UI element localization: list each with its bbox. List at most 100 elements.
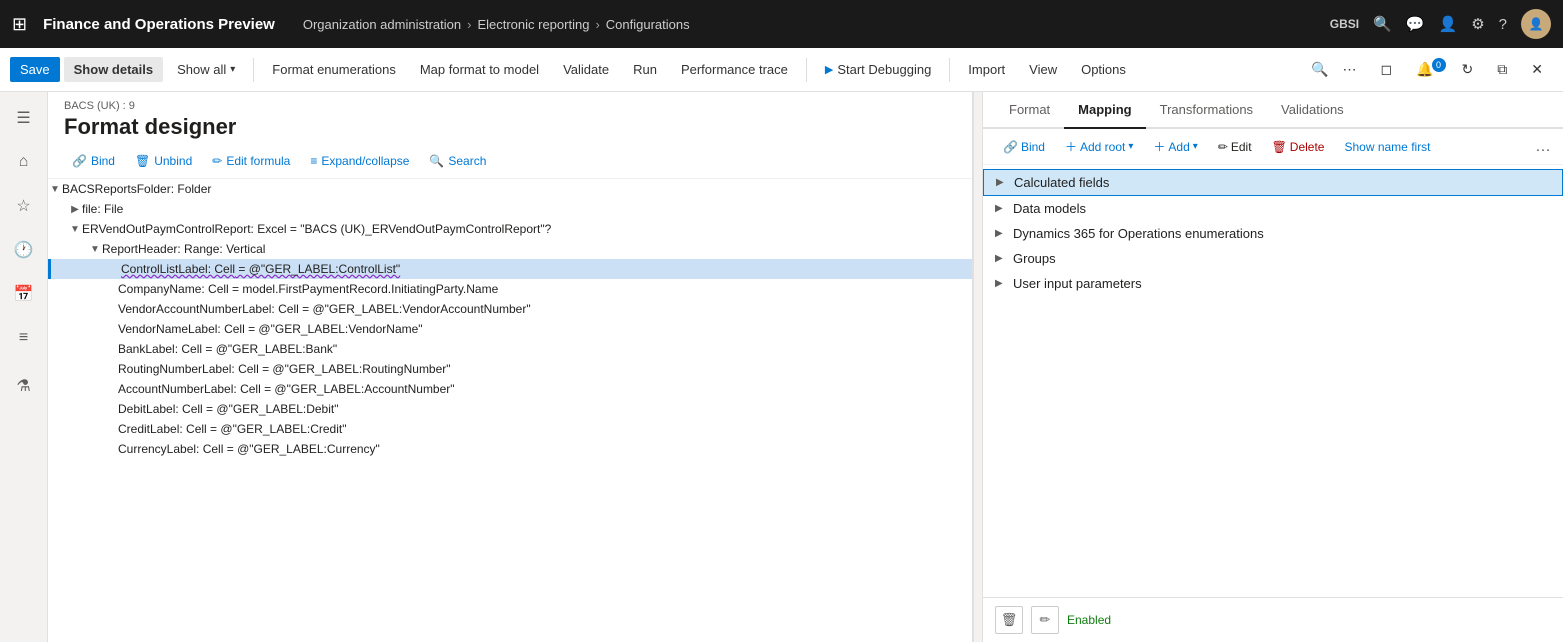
search-button[interactable]: 🔍 Search <box>421 150 494 172</box>
right-bind-button[interactable]: 🔗 Bind <box>995 137 1053 157</box>
right-edit-button[interactable]: ✏ Edit <box>1210 137 1260 157</box>
right-more-options-button[interactable]: … <box>1535 138 1551 156</box>
sidebar-clock-icon[interactable]: 🕐 <box>6 232 42 268</box>
toolbar-extra-btn-1[interactable]: ⋯ <box>1332 56 1366 83</box>
main-content: ☰ ⌂ ☆ 🕐 📅 ≡ ⚗ BACS (UK) : 9 Format desig… <box>0 92 1563 642</box>
nav-item-1[interactable]: Organization administration <box>303 17 461 32</box>
top-icons: GBSI 🔍 💬 👤 ⚙ ? 👤 <box>1330 9 1551 39</box>
tree-item[interactable]: CompanyName: Cell = model.FirstPaymentRe… <box>48 279 972 299</box>
right-tree-toggle-icon[interactable]: ▶ <box>995 253 1009 264</box>
avatar[interactable]: 👤 <box>1521 9 1551 39</box>
tree-item[interactable]: CurrencyLabel: Cell = @"GER_LABEL:Curren… <box>48 439 972 459</box>
vertical-scrollbar[interactable] <box>973 92 983 642</box>
right-tree-item[interactable]: ▶ Data models <box>983 196 1563 221</box>
right-tree-item[interactable]: ▶ User input parameters <box>983 271 1563 296</box>
sidebar-star-icon[interactable]: ☆ <box>6 188 42 224</box>
right-tab-validations[interactable]: Validations <box>1267 92 1358 129</box>
add-button[interactable]: ＋ Add ▾ <box>1145 135 1205 158</box>
right-tree-item-label: Data models <box>1013 201 1086 216</box>
right-bottom-delete-button[interactable]: 🗑 <box>995 606 1023 634</box>
tree-item[interactable]: RoutingNumberLabel: Cell = @"GER_LABEL:R… <box>48 359 972 379</box>
user-circle-icon[interactable]: 👤 <box>1439 15 1458 33</box>
tree-item-label: VendorNameLabel: Cell = @"GER_LABEL:Vend… <box>118 322 423 336</box>
right-tree-toggle-icon[interactable]: ▶ <box>996 177 1010 188</box>
right-tree-toggle-icon[interactable]: ▶ <box>995 228 1009 239</box>
validate-button[interactable]: Validate <box>553 57 619 82</box>
chat-icon[interactable]: 💬 <box>1406 15 1425 33</box>
tree-item[interactable]: ControlListLabel: Cell = @"GER_LABEL:Con… <box>48 259 972 279</box>
toolbar-notification-btn[interactable]: 🔔0 <box>1406 56 1447 83</box>
tree-item-label: file: File <box>82 202 123 216</box>
right-tree-toggle-icon[interactable]: ▶ <box>995 203 1009 214</box>
add-icon: ＋ <box>1153 138 1165 155</box>
tree-item[interactable]: ▼ ERVendOutPaymControlReport: Excel = "B… <box>48 219 972 239</box>
options-button[interactable]: Options <box>1071 57 1136 82</box>
toolbar-refresh-btn[interactable]: ↻ <box>1452 56 1484 83</box>
tree-item[interactable]: ▶ file: File <box>48 199 972 219</box>
tree-item[interactable]: AccountNumberLabel: Cell = @"GER_LABEL:A… <box>48 379 972 399</box>
edit-formula-button[interactable]: ✏ Edit formula <box>204 150 298 172</box>
right-sub-toolbar: 🔗 Bind ＋ Add root ▾ ＋ Add ▾ ✏ Edit 🗑 Del… <box>983 129 1563 165</box>
show-name-first-button[interactable]: Show name first <box>1336 137 1438 157</box>
tree-toggle-icon[interactable]: ▼ <box>48 184 62 195</box>
toolbar-extra-btn-2[interactable]: ◻ <box>1370 56 1402 83</box>
main-toolbar: Save Show details Show all ▾ Format enum… <box>0 48 1563 92</box>
right-delete-button[interactable]: 🗑 Delete <box>1264 137 1333 157</box>
toolbar-popout-btn[interactable]: ⧉ <box>1487 56 1517 83</box>
right-bottom-edit-button[interactable]: ✏ <box>1031 606 1059 634</box>
view-button[interactable]: View <box>1019 57 1067 82</box>
show-details-button[interactable]: Show details <box>64 57 163 82</box>
tree-item[interactable]: DebitLabel: Cell = @"GER_LABEL:Debit" <box>48 399 972 419</box>
show-all-button[interactable]: Show all ▾ <box>167 57 245 82</box>
page-breadcrumb: BACS (UK) : 9 <box>64 100 956 112</box>
app-grid-icon[interactable]: ⊞ <box>12 14 27 35</box>
right-tree-toggle-icon[interactable]: ▶ <box>995 278 1009 289</box>
right-tree-item-label: Groups <box>1013 251 1056 266</box>
tree-toggle-icon[interactable]: ▼ <box>68 224 82 235</box>
tree-toggle-icon[interactable]: ▼ <box>88 244 102 255</box>
sidebar-filter-icon[interactable]: ⚗ <box>6 368 42 404</box>
tree-item-label: BankLabel: Cell = @"GER_LABEL:Bank" <box>118 342 337 356</box>
right-tree-item-label: User input parameters <box>1013 276 1142 291</box>
region-label: GBSI <box>1330 17 1359 31</box>
left-panel: BACS (UK) : 9 Format designer 🔗 Bind 🗑 U… <box>48 92 973 642</box>
right-delete-icon: 🗑 <box>1272 140 1287 154</box>
sidebar-list-icon[interactable]: ≡ <box>6 320 42 356</box>
help-icon[interactable]: ? <box>1499 16 1507 33</box>
run-button[interactable]: Run <box>623 57 667 82</box>
sidebar-home-icon[interactable]: ⌂ <box>6 144 42 180</box>
toolbar-search-icon[interactable]: 🔍 <box>1311 61 1328 78</box>
tree-item[interactable]: ▼ BACSReportsFolder: Folder <box>48 179 972 199</box>
add-root-icon: ＋ <box>1065 138 1077 155</box>
sidebar-calendar-icon[interactable]: 📅 <box>6 276 42 312</box>
nav-item-3[interactable]: Configurations <box>606 17 690 32</box>
right-tab-mapping[interactable]: Mapping <box>1064 92 1145 129</box>
tree-item[interactable]: VendorAccountNumberLabel: Cell = @"GER_L… <box>48 299 972 319</box>
right-tree-item[interactable]: ▶ Dynamics 365 for Operations enumeratio… <box>983 221 1563 246</box>
map-format-button[interactable]: Map format to model <box>410 57 549 82</box>
start-debugging-button[interactable]: ▶ Start Debugging <box>815 57 941 82</box>
right-tree-item[interactable]: ▶ Calculated fields <box>983 169 1563 196</box>
performance-trace-button[interactable]: Performance trace <box>671 57 798 82</box>
tree-item[interactable]: ▼ ReportHeader: Range: Vertical <box>48 239 972 259</box>
sidebar-hamburger-icon[interactable]: ☰ <box>6 100 42 136</box>
settings-icon[interactable]: ⚙ <box>1471 15 1484 33</box>
search-icon: 🔍 <box>429 154 444 168</box>
expand-collapse-button[interactable]: ≡ Expand/collapse <box>302 150 417 172</box>
nav-item-2[interactable]: Electronic reporting <box>477 17 589 32</box>
unbind-button[interactable]: 🗑 Unbind <box>127 150 200 172</box>
bind-button[interactable]: 🔗 Bind <box>64 150 123 172</box>
tree-item[interactable]: CreditLabel: Cell = @"GER_LABEL:Credit" <box>48 419 972 439</box>
tree-toggle-icon[interactable]: ▶ <box>68 204 82 215</box>
format-enumerations-button[interactable]: Format enumerations <box>262 57 406 82</box>
tree-item[interactable]: BankLabel: Cell = @"GER_LABEL:Bank" <box>48 339 972 359</box>
tree-item[interactable]: VendorNameLabel: Cell = @"GER_LABEL:Vend… <box>48 319 972 339</box>
search-icon[interactable]: 🔍 <box>1373 15 1392 33</box>
right-tab-format[interactable]: Format <box>995 92 1064 129</box>
import-button[interactable]: Import <box>958 57 1015 82</box>
add-root-button[interactable]: ＋ Add root ▾ <box>1057 135 1141 158</box>
save-button[interactable]: Save <box>10 57 60 82</box>
right-tab-transformations[interactable]: Transformations <box>1146 92 1267 129</box>
toolbar-close-btn[interactable]: ✕ <box>1521 56 1553 83</box>
right-tree-item[interactable]: ▶ Groups <box>983 246 1563 271</box>
